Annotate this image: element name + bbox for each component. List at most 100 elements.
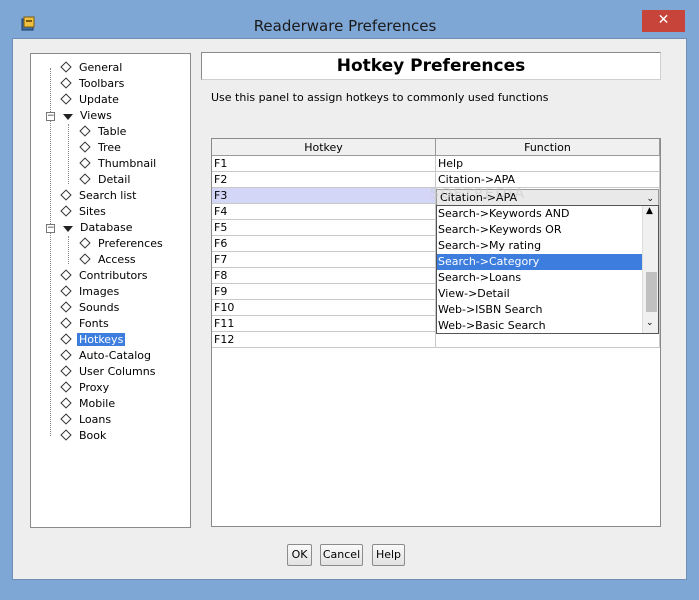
node-icon [60,61,72,73]
tree-item-label: Sites [79,205,106,218]
scroll-up-arrow-icon[interactable]: ▲ [646,206,653,216]
node-icon [60,317,72,329]
help-button[interactable]: Help [372,544,405,566]
hotkey-cell[interactable]: F2 [212,172,436,188]
node-icon [60,397,72,409]
column-header-function[interactable]: Function [436,139,660,156]
function-cell[interactable] [436,332,660,348]
tree-item-label: Search list [79,189,137,202]
tree-item-detail[interactable]: Detail [79,172,132,188]
views-collapse-toggle[interactable]: − [46,112,55,121]
tree-item-tree[interactable]: Tree [79,140,123,156]
dropdown-scrollbar[interactable]: ▲ ⌄ [642,206,658,333]
hotkey-cell[interactable]: F1 [212,156,436,172]
cancel-button[interactable]: Cancel [320,544,363,566]
preferences-tree[interactable]: − − General Toolbars Update Views Table … [30,53,191,528]
node-icon [79,141,91,153]
tree-item-sounds[interactable]: Sounds [60,300,121,316]
node-icon [60,205,72,217]
hotkey-cell[interactable]: F11 [212,316,436,332]
node-icon [60,93,72,105]
tree-item-label: Mobile [79,397,116,410]
node-icon [60,381,72,393]
ok-button[interactable]: OK [287,544,312,566]
tree-item-label: Update [79,93,119,106]
function-dropdown-list[interactable]: Search->Keywords AND Search->Keywords OR… [436,205,659,334]
tree-item-thumbnail[interactable]: Thumbnail [79,156,158,172]
title-bar[interactable]: Readerware Preferences ✕ [0,0,699,38]
tree-item-label: Preferences [98,237,163,250]
node-icon [60,429,72,441]
table-row[interactable]: F12 [212,332,660,348]
tree-item-label: User Columns [79,365,156,378]
node-icon [79,157,91,169]
tree-item-label: Views [80,109,112,122]
close-icon: ✕ [657,12,670,28]
tree-item-loans[interactable]: Loans [60,412,113,428]
panel-title: Hotkey Preferences [201,52,661,80]
hotkey-cell[interactable]: F5 [212,220,436,236]
dropdown-option[interactable]: Search->Keywords OR [437,222,643,238]
hotkey-cell[interactable]: F8 [212,268,436,284]
window-title: Readerware Preferences [253,17,437,35]
tree-item-toolbars[interactable]: Toolbars [60,76,126,92]
dropdown-option-highlighted[interactable]: Search->Category [437,254,643,270]
node-icon [79,237,91,249]
tree-item-label: Hotkeys [77,333,126,346]
dropdown-option[interactable]: Web->ISBN Search [437,302,643,318]
tree-item-preferences[interactable]: Preferences [79,236,165,252]
tree-item-proxy[interactable]: Proxy [60,380,111,396]
table-row[interactable]: F1 Help [212,156,660,172]
tree-item-label: Database [80,221,133,234]
node-icon [60,349,72,361]
node-icon [60,285,72,297]
dropdown-option[interactable]: Web->Basic Search [437,318,643,334]
tree-item-hotkeys[interactable]: Hotkeys [60,332,126,348]
close-button[interactable]: ✕ [642,10,685,32]
hotkey-cell[interactable]: F4 [212,204,436,220]
column-header-hotkey[interactable]: Hotkey [212,139,436,156]
hotkey-cell[interactable]: F3 [212,188,436,204]
tree-item-auto-catalog[interactable]: Auto-Catalog [60,348,153,364]
node-icon [79,253,91,265]
tree-item-update[interactable]: Update [60,92,121,108]
node-icon [60,269,72,281]
tree-item-fonts[interactable]: Fonts [60,316,111,332]
dropdown-option[interactable]: Search->My rating [437,238,643,254]
tree-item-mobile[interactable]: Mobile [60,396,117,412]
node-icon [60,189,72,201]
dropdown-option[interactable]: Search->Loans [437,270,643,286]
tree-item-label: Access [98,253,136,266]
tree-item-sites[interactable]: Sites [60,204,108,220]
hotkey-cell[interactable]: F7 [212,252,436,268]
node-icon [60,301,72,313]
tree-item-user-columns[interactable]: User Columns [60,364,157,380]
tree-item-contributors[interactable]: Contributors [60,268,150,284]
hotkey-cell[interactable]: F6 [212,236,436,252]
database-collapse-toggle[interactable]: − [46,224,55,233]
scrollbar-thumb[interactable] [646,272,657,312]
tree-item-label: General [79,61,123,74]
expanded-arrow-icon [63,114,73,120]
dropdown-option[interactable]: View->Detail [437,286,643,302]
node-icon [60,333,72,345]
tree-item-label: Toolbars [79,77,125,90]
hotkey-cell[interactable]: F12 [212,332,436,348]
scroll-down-arrow-icon[interactable]: ⌄ [646,318,654,328]
tree-item-book[interactable]: Book [60,428,108,444]
tree-item-images[interactable]: Images [60,284,121,300]
tree-item-views[interactable]: Views [62,108,114,124]
hotkey-cell[interactable]: F9 [212,284,436,300]
tree-item-label: Loans [79,413,112,426]
tree-item-search-list[interactable]: Search list [60,188,138,204]
function-cell[interactable]: Help [436,156,660,172]
tree-item-general[interactable]: General [60,60,124,76]
tree-item-access[interactable]: Access [79,252,138,268]
dropdown-option[interactable]: Search->Keywords AND [437,206,643,222]
hotkey-cell[interactable]: F10 [212,300,436,316]
tree-item-label: Tree [98,141,121,154]
tree-item-label: Images [79,285,120,298]
tree-item-database[interactable]: Database [62,220,135,236]
tree-item-table[interactable]: Table [79,124,128,140]
tree-item-label: Thumbnail [98,157,157,170]
